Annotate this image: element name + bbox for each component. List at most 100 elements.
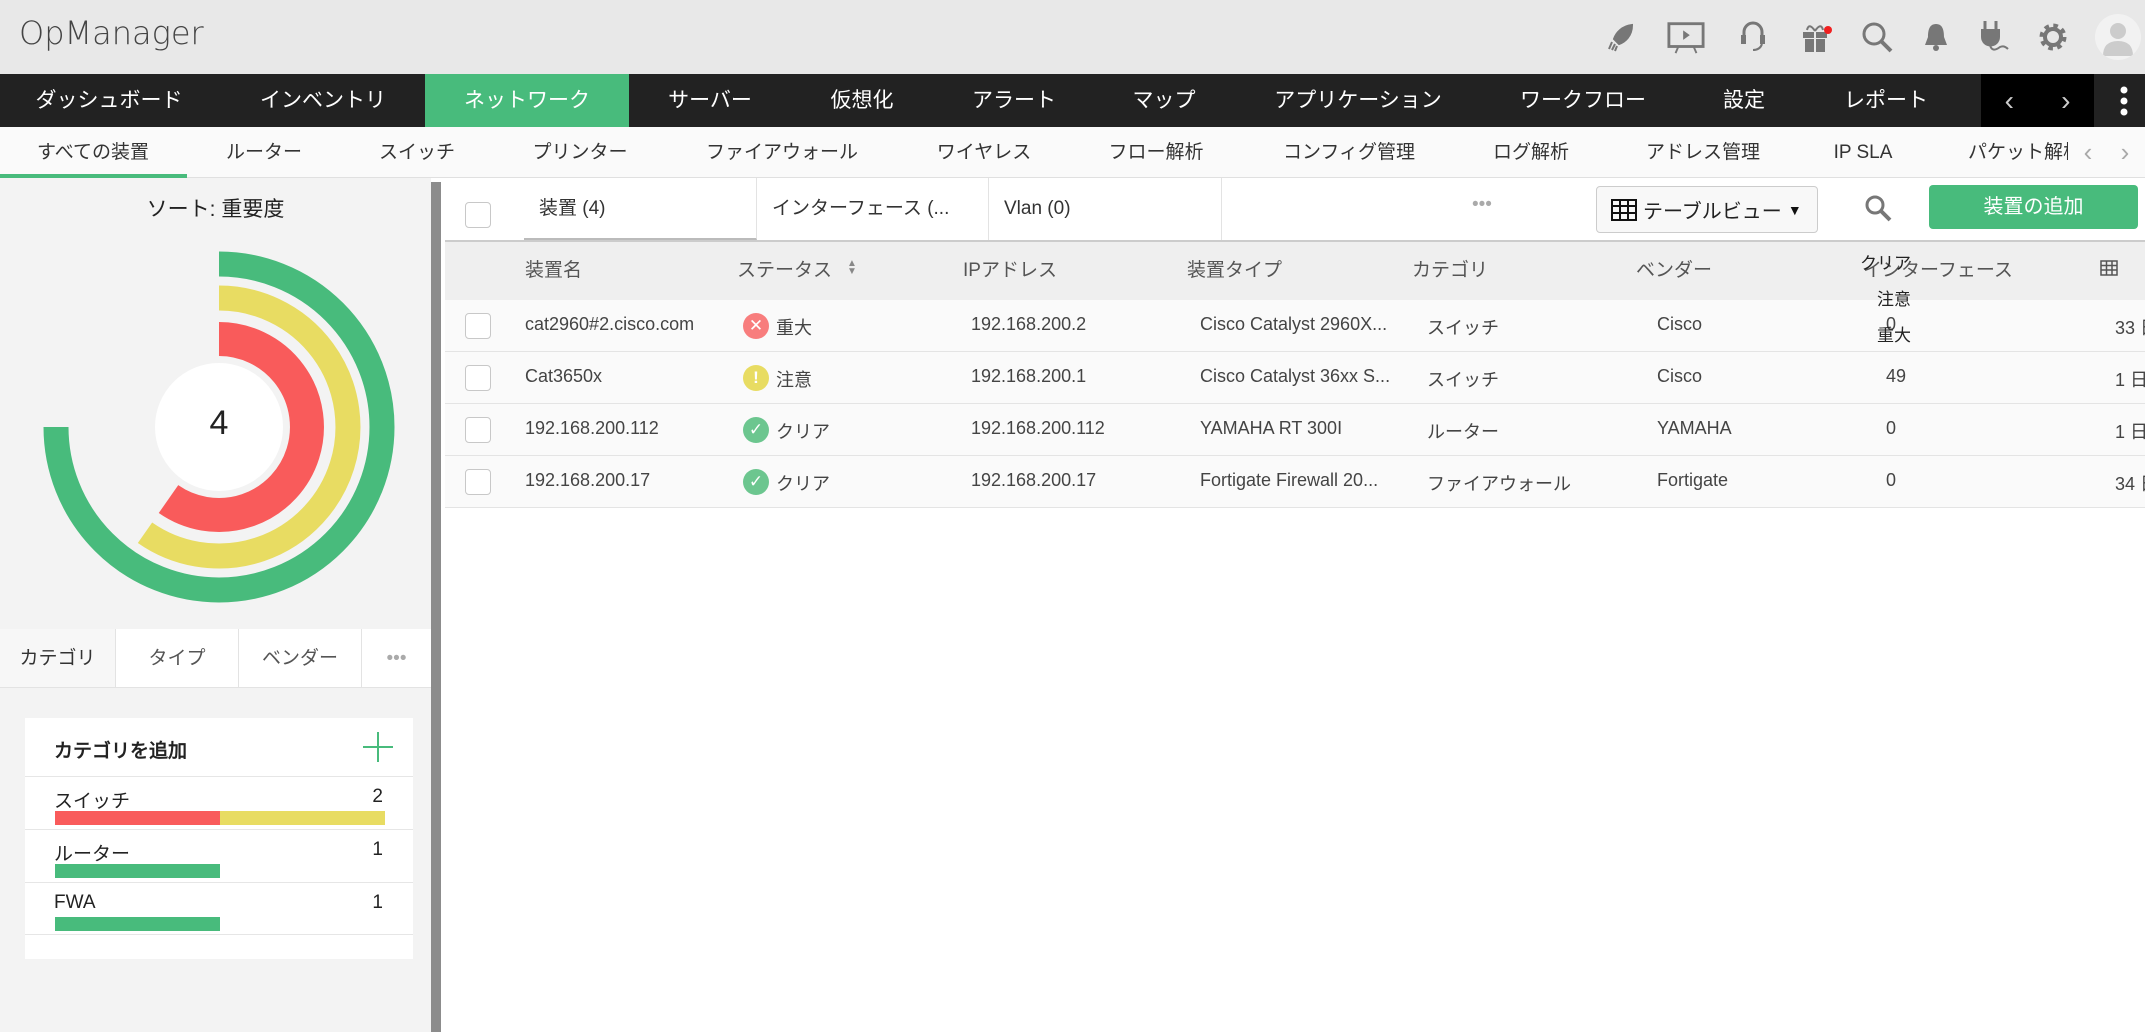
subnav-packet-analysis[interactable]: パケット解析 (1968, 127, 2068, 178)
col-device-type[interactable]: 装置タイプ (1187, 255, 1282, 282)
status-text: 重大 (776, 318, 812, 338)
nav-prev-button[interactable]: ‹ (2005, 85, 2014, 117)
subnav-next-button[interactable]: › (2121, 127, 2130, 178)
headset-icon[interactable] (1734, 18, 1772, 56)
interface-count: 0 (1886, 470, 1897, 490)
col-device-name[interactable]: 装置名 (525, 255, 582, 282)
row-checkbox[interactable] (465, 365, 491, 391)
nav-maps[interactable]: マップ (1133, 74, 1196, 127)
table-search-icon[interactable] (1864, 194, 1892, 227)
device-name-link[interactable]: 192.168.200.112 (525, 418, 659, 439)
nav-workflow[interactable]: ワークフロー (1520, 74, 1646, 127)
ip-address: 192.168.200.17 (971, 470, 1097, 490)
more-tabs-button[interactable]: ••• (1472, 194, 1492, 216)
vendor: Cisco (1657, 366, 1703, 386)
category: ファイアウォール (1427, 474, 1571, 494)
category-row-switch[interactable]: スイッチ 2 (25, 776, 413, 829)
category-row-router[interactable]: ルーター 1 (25, 829, 413, 882)
row-checkbox[interactable] (465, 417, 491, 443)
select-all-checkbox[interactable] (465, 202, 491, 228)
subnav-prev-button[interactable]: ‹ (2084, 127, 2093, 178)
col-category[interactable]: カテゴリ (1412, 255, 1488, 282)
subnav-ip-sla[interactable]: IP SLA (1834, 127, 1893, 178)
gift-icon[interactable] (1797, 18, 1835, 56)
device-type: YAMAHA RT 300I (1200, 418, 1343, 438)
subnav-all-devices[interactable]: すべての装置 (37, 127, 149, 178)
add-category-plus-icon[interactable] (362, 731, 394, 768)
subnav-address-management[interactable]: アドレス管理 (1646, 127, 1760, 178)
device-name-link[interactable]: 192.168.200.17 (525, 470, 650, 491)
nav-next-button[interactable]: › (2061, 85, 2070, 117)
search-icon[interactable] (1858, 18, 1896, 56)
clear-status-icon: ✓ (743, 469, 769, 495)
nav-alerts[interactable]: アラート (972, 74, 1056, 127)
category-count: 1 (372, 839, 383, 860)
nav-reports[interactable]: レポート (1844, 74, 1928, 127)
nav-dashboard[interactable]: ダッシュボード (36, 74, 183, 127)
tab-vendor[interactable]: ベンダー (239, 629, 362, 688)
gear-icon[interactable] (2034, 18, 2072, 56)
tab-vlan[interactable]: Vlan (0) (989, 178, 1222, 240)
nav-inventory[interactable]: インベントリ (260, 74, 386, 127)
nav-virtualization[interactable]: 仮想化 (831, 74, 894, 127)
col-vendor[interactable]: ベンダー (1636, 255, 1712, 282)
nav-settings[interactable]: 設定 (1723, 74, 1765, 127)
table-row[interactable]: 192.168.200.17 ✓ クリア 192.168.200.17 Fortigat… (445, 456, 2145, 508)
presentation-icon[interactable] (1667, 18, 1705, 56)
subnav-flow-analysis[interactable]: フロー解析 (1108, 127, 1203, 178)
subnav-firewalls[interactable]: ファイアウォール (706, 127, 858, 178)
clear-bar (55, 864, 220, 878)
view-selector-dropdown[interactable]: テーブルビュー ▼ (1596, 186, 1818, 233)
category-row-fwa[interactable]: FWA 1 (25, 882, 413, 935)
vendor: Cisco (1657, 314, 1703, 334)
subnav-config-management[interactable]: コンフィグ管理 (1283, 127, 1415, 178)
rocket-icon[interactable] (1602, 18, 1640, 56)
more-menu-icon[interactable] (2118, 86, 2130, 121)
row-checkbox[interactable] (465, 313, 491, 339)
nav-network[interactable]: ネットワーク (464, 74, 590, 127)
add-device-button[interactable]: 装置の追加 (1929, 185, 2138, 229)
tab-interfaces[interactable]: インターフェース (... (757, 178, 989, 240)
tab-category[interactable]: カテゴリ (0, 629, 116, 688)
app-title: OpManager (19, 14, 204, 52)
nav-applications[interactable]: アプリケーション (1274, 74, 1442, 127)
subnav-routers[interactable]: ルーター (226, 127, 302, 178)
subnav-log-analysis[interactable]: ログ解析 (1493, 127, 1569, 178)
legend-attention: 注意 (1877, 290, 1911, 309)
plug-icon[interactable] (1974, 18, 2012, 56)
table-row[interactable]: Cat3650x! 注意 192.168.200.1 Cisco Catalyst 3… (445, 352, 2145, 404)
critical-status-icon: ✕ (743, 313, 769, 339)
table-row[interactable]: 192.168.200.112 ✓ クリア 192.168.200.112 YAMAHA… (445, 404, 2145, 456)
col-ip-address[interactable]: IPアドレス (963, 255, 1057, 282)
nav-servers[interactable]: サーバー (668, 74, 752, 127)
col-status[interactable]: ステータス (737, 255, 832, 282)
tab-type[interactable]: タイプ (116, 629, 239, 688)
avatar-icon[interactable] (2095, 14, 2141, 60)
device-name-link[interactable]: Cat3650x (525, 366, 602, 387)
column-chooser-icon[interactable] (2100, 260, 2118, 281)
sort-icon[interactable]: ▲ ▼ (847, 259, 857, 277)
interface-count: 49 (1886, 366, 1907, 386)
category: スイッチ (1427, 370, 1499, 390)
category: ルーター (1427, 422, 1499, 442)
device-name-link[interactable]: cat2960#2.cisco.com (525, 314, 694, 335)
device-type: Cisco Catalyst 36xx S... (1200, 366, 1391, 386)
tab-devices[interactable]: 装置 (4) (524, 178, 757, 240)
row-checkbox[interactable] (465, 469, 491, 495)
status-text: クリア (776, 474, 830, 494)
category: スイッチ (1427, 318, 1499, 338)
tab-more[interactable]: ••• (362, 629, 431, 688)
ip-address: 192.168.200.112 (971, 418, 1105, 438)
category-label: スイッチ (54, 791, 131, 812)
clear-status-icon: ✓ (743, 417, 769, 443)
clear-bar (55, 917, 220, 931)
subnav-switches[interactable]: スイッチ (379, 127, 455, 178)
status-text: クリア (776, 422, 830, 442)
left-panel-scrollbar[interactable] (431, 182, 441, 1032)
category-card: カテゴリを追加 スイッチ 2 ルーター 1 FWA 1 (25, 718, 413, 959)
bell-icon[interactable] (1917, 18, 1955, 56)
main-nav: ダッシュボード インベントリ ネットワーク サーバー 仮想化 アラート マップ … (0, 74, 2145, 127)
subnav-wireless[interactable]: ワイヤレス (937, 127, 1031, 178)
category-label: ルーター (54, 844, 131, 865)
subnav-printers[interactable]: プリンター (532, 127, 627, 178)
